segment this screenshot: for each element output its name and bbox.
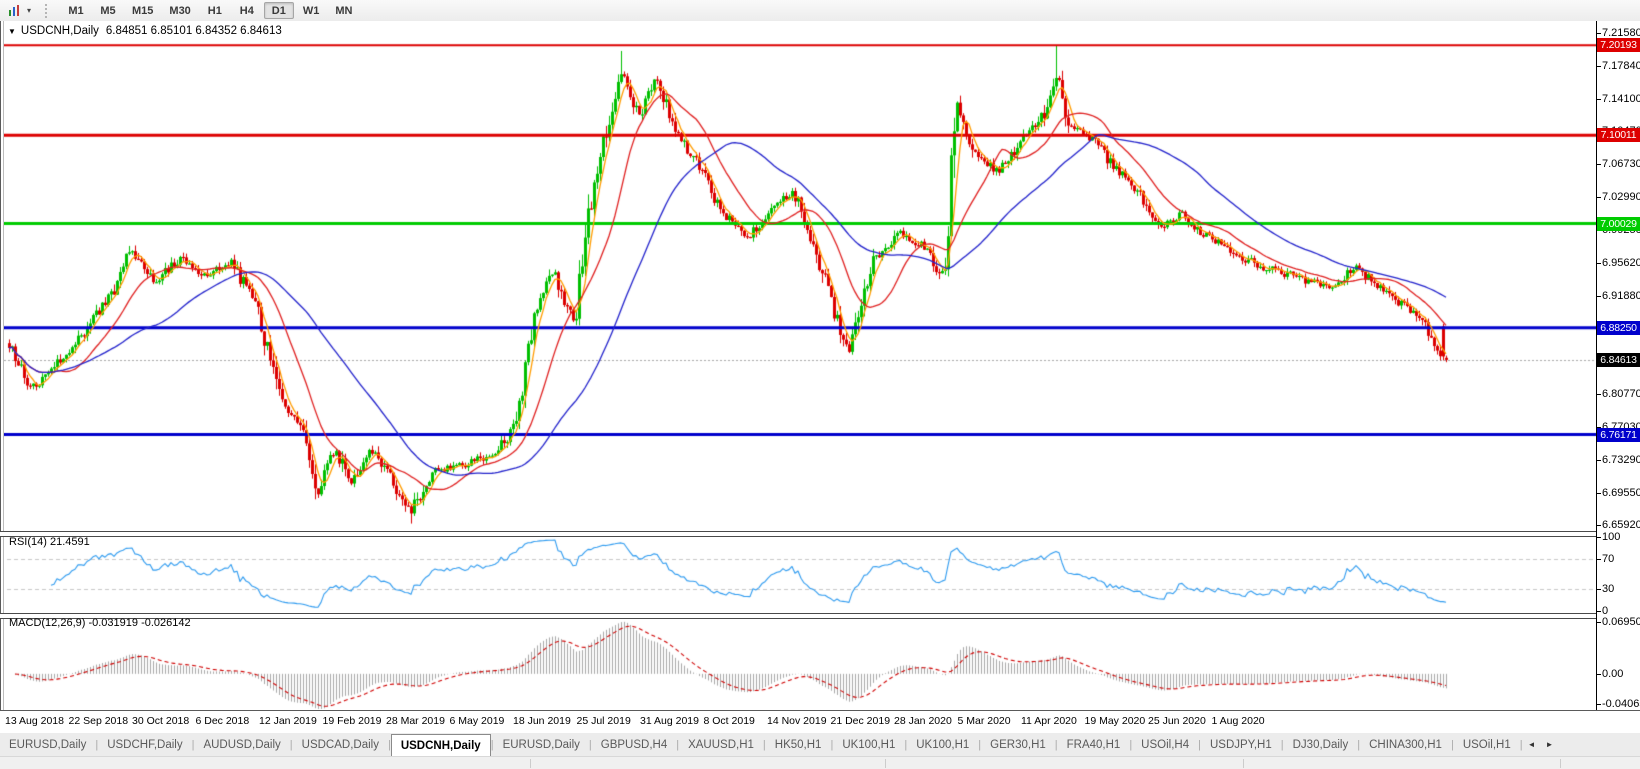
macd-tick: -0.040655 — [1602, 697, 1640, 711]
time-axis[interactable]: 13 Aug 2018 22 Sep 201830 Oct 2018 6 Dec 2… — [0, 711, 1640, 733]
tab-gbpusd-h4[interactable]: GBPUSD,H4 — [592, 733, 676, 756]
period-button-m1[interactable]: M1 — [61, 2, 91, 19]
date-label: 14 Nov 2019 — [767, 715, 827, 727]
tab-usdcnh-daily[interactable]: USDCNH,Daily — [391, 734, 491, 756]
tab-eurusd-daily[interactable]: EURUSD,Daily — [0, 733, 95, 756]
date-label: 25 Jul 2019 — [577, 715, 631, 727]
period-button-h4[interactable]: H4 — [232, 2, 262, 19]
date-label: 21 Dec 2019 — [831, 715, 891, 727]
price-tick: 6.69550 — [1602, 486, 1640, 500]
status-divider — [885, 759, 886, 768]
toolbar-grip[interactable] — [45, 4, 52, 18]
tab-usdchf-daily[interactable]: USDCHF,Daily — [98, 733, 191, 756]
rsi-tick: 100 — [1602, 530, 1620, 544]
date-label: 25 Jun 2020 — [1148, 715, 1206, 727]
rsi-tick: 30 — [1602, 582, 1614, 596]
tab-ger30-h1[interactable]: GER30,H1 — [981, 733, 1055, 756]
date-label: 28 Mar 2019 — [386, 715, 445, 727]
period-button-m5[interactable]: M5 — [93, 2, 123, 19]
date-label: 31 Aug 2019 — [640, 715, 699, 727]
period-button-w1[interactable]: W1 — [296, 2, 327, 19]
chevron-down-icon[interactable]: ▾ — [23, 6, 35, 15]
collapse-chart-icon[interactable]: ▼ — [8, 27, 16, 36]
cursor-tool-glyph — [7, 4, 21, 18]
trading-terminal: ▾ M1M5M15M30H1H4D1W1MN ▼ USDCNH,Daily 6.84… — [0, 0, 1640, 769]
period-buttons: M1M5M15M30H1H4D1W1MN — [60, 2, 360, 19]
tab-eurusd-daily[interactable]: EURUSD,Daily — [494, 733, 589, 756]
macd-tick: 0.069506 — [1602, 615, 1640, 629]
price-tick: 6.80770 — [1602, 387, 1640, 401]
period-button-mn[interactable]: MN — [328, 2, 359, 19]
chart-tabs: EURUSD,Daily|USDCHF,Daily|AUDUSD,Daily|U… — [0, 733, 1640, 757]
period-button-d1[interactable]: D1 — [264, 2, 294, 19]
chart-ohlc-values: 6.84851 6.85101 6.84352 6.84613 — [106, 25, 282, 37]
price-tick: 7.17840 — [1602, 59, 1640, 73]
date-label: 5 Mar 2020 — [958, 715, 1011, 727]
date-label: 6 Dec 2018 — [196, 715, 250, 727]
tab-usoil-h4[interactable]: USOil,H4 — [1132, 733, 1198, 756]
tab-uk100-h1[interactable]: UK100,H1 — [833, 733, 904, 756]
tab-usdjpy-h1[interactable]: USDJPY,H1 — [1201, 733, 1281, 756]
date-label: 13 Aug 2018 — [5, 715, 64, 727]
tab-usdcad-daily[interactable]: USDCAD,Daily — [293, 733, 388, 756]
period-button-h1[interactable]: H1 — [200, 2, 230, 19]
status-divider — [1560, 759, 1561, 768]
date-label: 11 Apr 2020 — [1021, 715, 1077, 727]
price-level-badge: 7.20193 — [1597, 38, 1640, 52]
tab-scroll-left-icon[interactable]: ◄ — [1523, 733, 1541, 756]
price-level-badge: 7.00029 — [1597, 217, 1640, 231]
status-bar — [0, 756, 1640, 769]
price-level-badge: 7.10011 — [1597, 128, 1640, 142]
date-label: 22 Sep 2018 — [69, 715, 129, 727]
price-tick: 7.14100 — [1602, 92, 1640, 106]
tab-dj30-daily[interactable]: DJ30,Daily — [1284, 733, 1358, 756]
current-price-badge: 6.84613 — [1597, 353, 1640, 367]
date-label: 28 Jan 2020 — [894, 715, 952, 727]
tab-fra40-h1[interactable]: FRA40,H1 — [1058, 733, 1130, 756]
macd-label: MACD(12,26,9) -0.031919 -0.026142 — [9, 617, 191, 629]
date-label: 19 May 2020 — [1085, 715, 1146, 727]
date-label: 18 Jun 2019 — [513, 715, 571, 727]
price-chart-canvas[interactable] — [0, 21, 1596, 710]
cursor-tool-icon[interactable] — [5, 3, 23, 19]
price-tick: 6.95620 — [1602, 256, 1640, 270]
date-label: 12 Jan 2019 — [259, 715, 317, 727]
date-label: 8 Oct 2019 — [704, 715, 755, 727]
chart-window-left-border — [0, 21, 4, 710]
status-divider — [1243, 759, 1244, 768]
date-label: 1 Aug 2020 — [1212, 715, 1265, 727]
macd-tick: 0.00 — [1602, 667, 1623, 681]
chart-title: ▼ USDCNH,Daily 6.84851 6.85101 6.84352 6.8… — [8, 25, 282, 37]
price-axis[interactable]: 7.215807.178407.141007.104707.067307.029… — [1597, 21, 1640, 710]
tab-scroll-right-icon[interactable]: ► — [1541, 733, 1559, 756]
period-button-m30[interactable]: M30 — [162, 2, 197, 19]
date-label: 6 May 2019 — [450, 715, 505, 727]
tab-audusd-daily[interactable]: AUDUSD,Daily — [194, 733, 289, 756]
macd-panel-separator[interactable] — [0, 613, 1596, 619]
price-level-badge: 6.88250 — [1597, 321, 1640, 335]
status-divider — [530, 759, 531, 768]
price-tick: 7.06730 — [1602, 157, 1640, 171]
period-button-m15[interactable]: M15 — [125, 2, 160, 19]
rsi-panel-separator[interactable] — [0, 531, 1596, 537]
rsi-tick: 70 — [1602, 552, 1614, 566]
tab-usoil-h1[interactable]: USOil,H1 — [1454, 733, 1520, 756]
price-tick: 6.73290 — [1602, 453, 1640, 467]
date-label: 19 Feb 2019 — [323, 715, 382, 727]
chart-symbol-label: USDCNH,Daily — [21, 25, 99, 37]
tab-china300-h1[interactable]: CHINA300,H1 — [1360, 733, 1451, 756]
timeframe-toolbar: ▾ M1M5M15M30H1H4D1W1MN — [0, 0, 1640, 22]
tab-hk50-h1[interactable]: HK50,H1 — [766, 733, 831, 756]
price-tick: 7.02990 — [1602, 190, 1640, 204]
tab-uk100-h1[interactable]: UK100,H1 — [907, 733, 978, 756]
price-level-badge: 6.76171 — [1597, 428, 1640, 442]
price-tick: 6.91880 — [1602, 289, 1640, 303]
date-label: 30 Oct 2018 — [132, 715, 189, 727]
rsi-label: RSI(14) 21.4591 — [9, 536, 90, 548]
tab-xauusd-h1[interactable]: XAUUSD,H1 — [679, 733, 763, 756]
